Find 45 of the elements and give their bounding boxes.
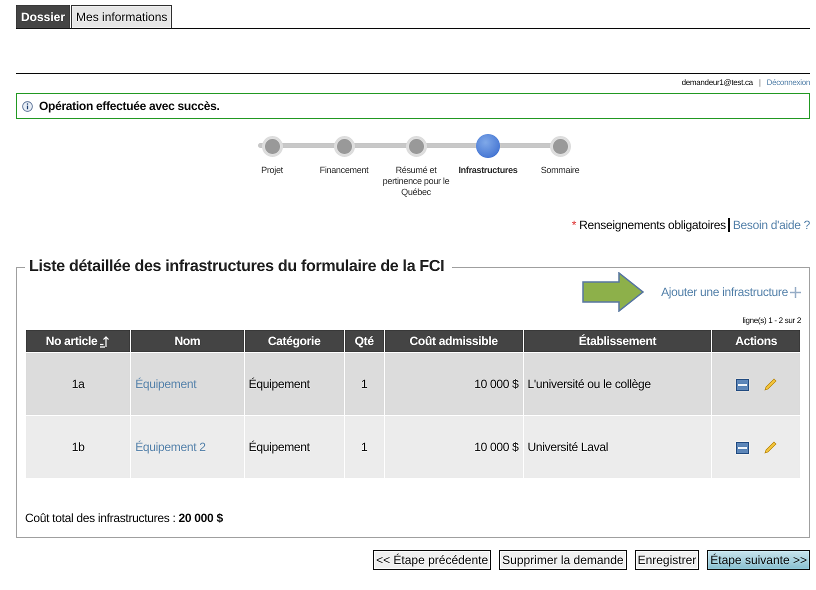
table-cell: Université Laval: [523, 416, 712, 478]
add-infrastructure-link[interactable]: Ajouter une infrastructure: [661, 285, 788, 299]
action-button[interactable]: Supprimer la demande: [499, 550, 627, 570]
column-header: Établissement: [523, 330, 712, 352]
pencil-icon[interactable]: [764, 441, 777, 454]
section-title: Liste détaillée des infrastructures du formulaire de la FCI: [28, 258, 446, 276]
step-label: Infrastructures: [458, 165, 518, 176]
table-cell: L'université ou le collège: [523, 352, 712, 416]
column-header[interactable]: No article: [26, 330, 131, 352]
table-cell: 1b: [26, 416, 131, 478]
table-cell: Équipement: [244, 416, 344, 478]
required-asterisk: *: [572, 218, 576, 232]
action-button[interactable]: Étape suivante >>: [707, 550, 810, 570]
table-cell: Équipement: [244, 352, 344, 416]
action-button[interactable]: Enregistrer: [634, 550, 700, 570]
step-label: Sommaire: [540, 165, 580, 176]
column-header: Qté: [344, 330, 384, 352]
column-header: Coût admissible: [384, 330, 524, 352]
table-cell: 1: [344, 352, 384, 416]
column-header: Catégorie: [244, 330, 344, 352]
table-cell: 10 000 $: [384, 416, 524, 478]
pager-text: ligne(s) 1 - 2 sur 2: [742, 316, 801, 325]
step-label: Résumé et pertinence pour le Québec: [382, 165, 450, 198]
logout-link[interactable]: Déconnexion: [766, 78, 810, 87]
total-cost: Coût total des infrastructures : 20 000 $: [25, 511, 224, 525]
required-note: Renseignements obligatoires: [579, 218, 730, 232]
tab[interactable]: Mes informations: [71, 5, 172, 28]
view-icon[interactable]: [736, 378, 749, 391]
arrow-icon: [581, 272, 646, 312]
table-cell: 10 000 $: [384, 352, 524, 416]
sort-icon[interactable]: [100, 336, 110, 348]
step-label: Financement: [320, 165, 368, 176]
column-header: Nom: [130, 330, 244, 352]
tab[interactable]: Dossier: [16, 5, 70, 28]
step-label: Projet: [261, 165, 283, 176]
column-header: Actions: [712, 330, 800, 352]
action-button[interactable]: << Étape précédente: [373, 550, 492, 570]
help-link[interactable]: Besoin d'aide ?: [732, 218, 810, 232]
table-cell: 1: [344, 416, 384, 478]
separator: |: [758, 78, 761, 87]
info-icon: [22, 100, 33, 112]
view-icon[interactable]: [736, 442, 749, 454]
user-email: demandeur1@test.ca: [682, 78, 753, 87]
table-cell: 1a: [26, 352, 131, 416]
success-message: Opération effectuée avec succès.: [39, 99, 220, 113]
